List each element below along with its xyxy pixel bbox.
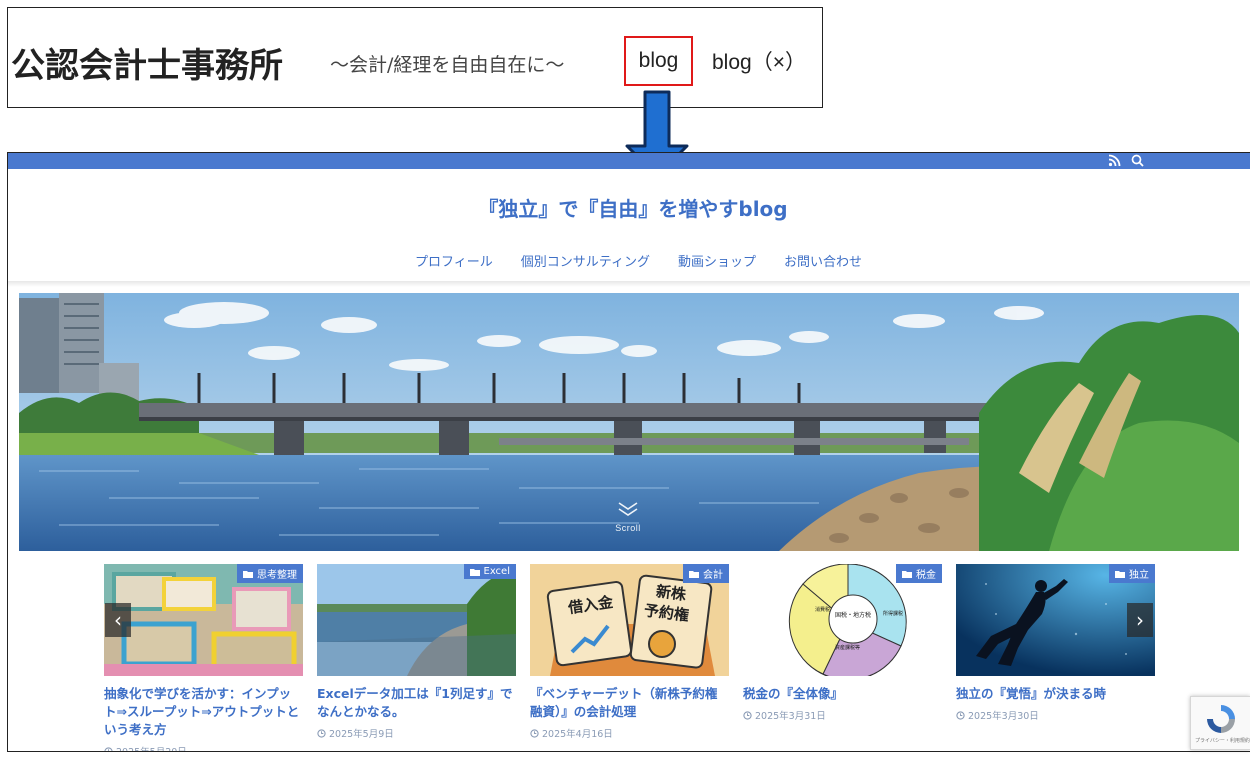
recaptcha-label[interactable]: プライバシー・利用規約: [1195, 737, 1250, 744]
nav-blog-highlighted[interactable]: blog: [624, 36, 693, 86]
post-date: 2025年3月30日: [956, 708, 1155, 722]
post-card[interactable]: 借入金 新株 予約権 会計 『ベンチャーデット（新株予約権融資）』の会計処理 2…: [530, 564, 729, 740]
category-label: 会計: [703, 570, 723, 581]
post-date: 2025年4月16日: [530, 726, 729, 740]
post-card[interactable]: 国税・地方税 消費税 所得課税 資産課税等 税金 税金の『全体像』 2025年3…: [743, 564, 942, 722]
post-thumbnail[interactable]: 国税・地方税 消費税 所得課税 資産課税等 税金: [743, 564, 942, 676]
nav-blog-old[interactable]: blog（×）: [712, 46, 806, 76]
nav-video-shop[interactable]: 動画ショップ: [678, 251, 756, 270]
post-title[interactable]: 税金の『全体像』: [743, 685, 942, 703]
nav-contact[interactable]: お問い合わせ: [784, 251, 862, 270]
post-date: 2025年5月9日: [317, 726, 516, 740]
folder-icon: [902, 570, 912, 578]
blog-top-bar: [8, 153, 1250, 169]
riverbank-photo: [317, 564, 516, 676]
category-badge[interactable]: 独立: [1109, 564, 1155, 583]
search-icon[interactable]: [1131, 154, 1144, 167]
thumb-text-assets: 資産課税等: [835, 645, 861, 651]
category-badge[interactable]: 会計: [683, 564, 729, 583]
recaptcha-badge[interactable]: プライバシー・利用規約: [1190, 696, 1250, 750]
folder-icon: [689, 570, 699, 578]
scroll-hint[interactable]: Scroll: [608, 523, 648, 533]
clock-icon: [530, 728, 539, 738]
category-label: 思考整理: [257, 570, 297, 581]
thumb-text-tax: 国税・地方税: [835, 612, 872, 619]
post-thumbnail[interactable]: 独立: [956, 564, 1155, 676]
river-bridge-illustration: [19, 293, 1239, 551]
post-date-text: 2025年3月31日: [755, 711, 826, 722]
category-badge[interactable]: Excel: [463, 564, 516, 579]
thumb-text-income: 所得課税: [883, 611, 904, 617]
folder-icon: [1115, 570, 1125, 578]
clock-icon: [956, 710, 965, 720]
post-title[interactable]: Excelデータ加工は『1列足す』でなんとかなる。: [317, 685, 516, 721]
slider-prev-button[interactable]: ‹: [105, 603, 131, 637]
blog-screenshot: 『独立』で『自由』を増やすblog プロフィール 個別コンサルティング 動画ショ…: [7, 152, 1250, 752]
post-date: 2025年3月31日: [743, 708, 942, 722]
recaptcha-icon: [1207, 705, 1235, 733]
office-tagline: ～会計/経理を自由自在に～: [330, 54, 565, 76]
office-header: 公認会計士事務所 ～会計/経理を自由自在に～ blog blog（×）: [7, 7, 823, 108]
post-date-text: 2025年3月30日: [968, 711, 1039, 722]
clock-icon: [317, 728, 326, 738]
category-badge[interactable]: 税金: [896, 564, 942, 583]
folder-icon: [469, 568, 480, 576]
category-label: Excel: [483, 566, 511, 577]
slider-next-button[interactable]: ›: [1127, 603, 1153, 637]
post-title[interactable]: 独立の『覚悟』が決まる時: [956, 685, 1155, 703]
post-thumbnail[interactable]: Excel: [317, 564, 516, 676]
post-date-text: 2025年5月9日: [329, 729, 394, 740]
category-badge[interactable]: 思考整理: [237, 564, 303, 583]
post-card[interactable]: 思考整理 抽象化で学びを活かす：インプット⇒スループット⇒アウトプットという考え…: [104, 564, 303, 751]
clock-icon: [743, 710, 752, 720]
thumb-text-consumption: 消費税: [815, 607, 831, 613]
post-thumbnail[interactable]: 思考整理: [104, 564, 303, 676]
folder-icon: [243, 570, 253, 578]
post-card[interactable]: 独立 独立の『覚悟』が決まる時 2025年3月30日: [956, 564, 1155, 722]
header-divider: [8, 281, 1250, 287]
rss-icon[interactable]: [1108, 154, 1121, 167]
category-label: 税金: [916, 570, 936, 581]
post-card[interactable]: Excel Excelデータ加工は『1列足す』でなんとかなる。 2025年5月9…: [317, 564, 516, 740]
office-title: 公認会計士事務所: [11, 46, 283, 86]
post-thumbnail[interactable]: 借入金 新株 予約権 会計: [530, 564, 729, 676]
blog-global-nav: プロフィール 個別コンサルティング 動画ショップ お問い合わせ: [415, 251, 862, 270]
nav-profile[interactable]: プロフィール: [415, 251, 493, 270]
post-title[interactable]: 『ベンチャーデット（新株予約権融資）』の会計処理: [530, 685, 729, 721]
post-date-text: 2025年5月20日: [116, 744, 187, 751]
nav-blog-label: blog: [638, 49, 679, 72]
nav-consulting[interactable]: 個別コンサルティング: [521, 251, 650, 270]
post-date-text: 2025年4月16日: [542, 729, 613, 740]
clock-icon: [104, 746, 113, 751]
hero-image: Scroll: [19, 293, 1239, 551]
post-title[interactable]: 抽象化で学びを活かす：インプット⇒スループット⇒アウトプットという考え方: [104, 685, 303, 739]
post-date: 2025年5月20日: [104, 744, 303, 751]
category-label: 独立: [1129, 570, 1149, 581]
blog-title[interactable]: 『独立』で『自由』を増やすblog: [8, 193, 1250, 222]
